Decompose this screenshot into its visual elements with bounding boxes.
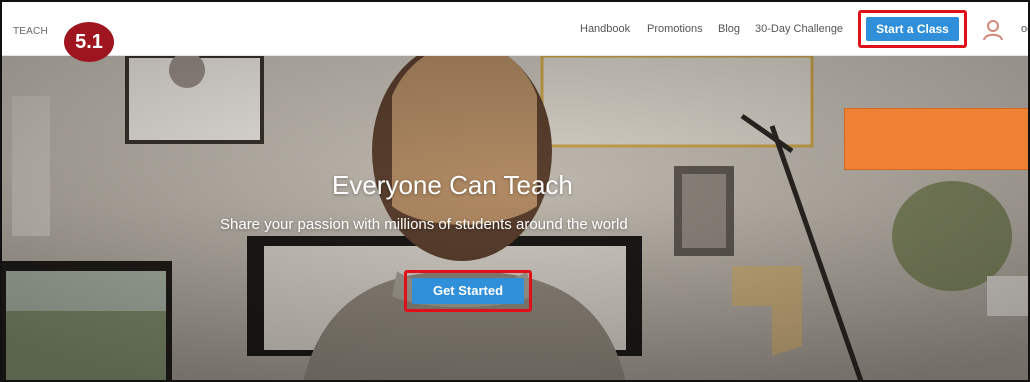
top-nav-bar: TEACH Handbook Promotions Blog 30-Day Ch… xyxy=(2,2,1028,56)
hero-title: Everyone Can Teach xyxy=(332,170,573,200)
orange-overlay-box xyxy=(844,108,1028,170)
step-badge: 5.1 xyxy=(64,22,114,62)
user-name[interactable]: oc xyxy=(1021,23,1028,35)
nav-link-handbook[interactable]: Handbook xyxy=(580,23,630,35)
nav-link-30-day-challenge[interactable]: 30-Day Challenge xyxy=(755,23,843,35)
hero-subtitle: Share your passion with millions of stud… xyxy=(220,216,628,233)
nav-link-promotions[interactable]: Promotions xyxy=(647,23,703,35)
brand-logo[interactable]: TEACH xyxy=(13,26,48,37)
user-icon[interactable] xyxy=(983,19,1003,41)
hero-section: Everyone Can Teach Share your passion wi… xyxy=(2,56,1028,380)
start-class-highlight: Start a Class xyxy=(858,10,967,48)
get-started-highlight: Get Started xyxy=(404,270,532,312)
nav-link-blog[interactable]: Blog xyxy=(718,23,740,35)
start-class-button[interactable]: Start a Class xyxy=(866,17,959,41)
get-started-button[interactable]: Get Started xyxy=(412,278,524,304)
page-frame: TEACH Handbook Promotions Blog 30-Day Ch… xyxy=(0,0,1030,382)
